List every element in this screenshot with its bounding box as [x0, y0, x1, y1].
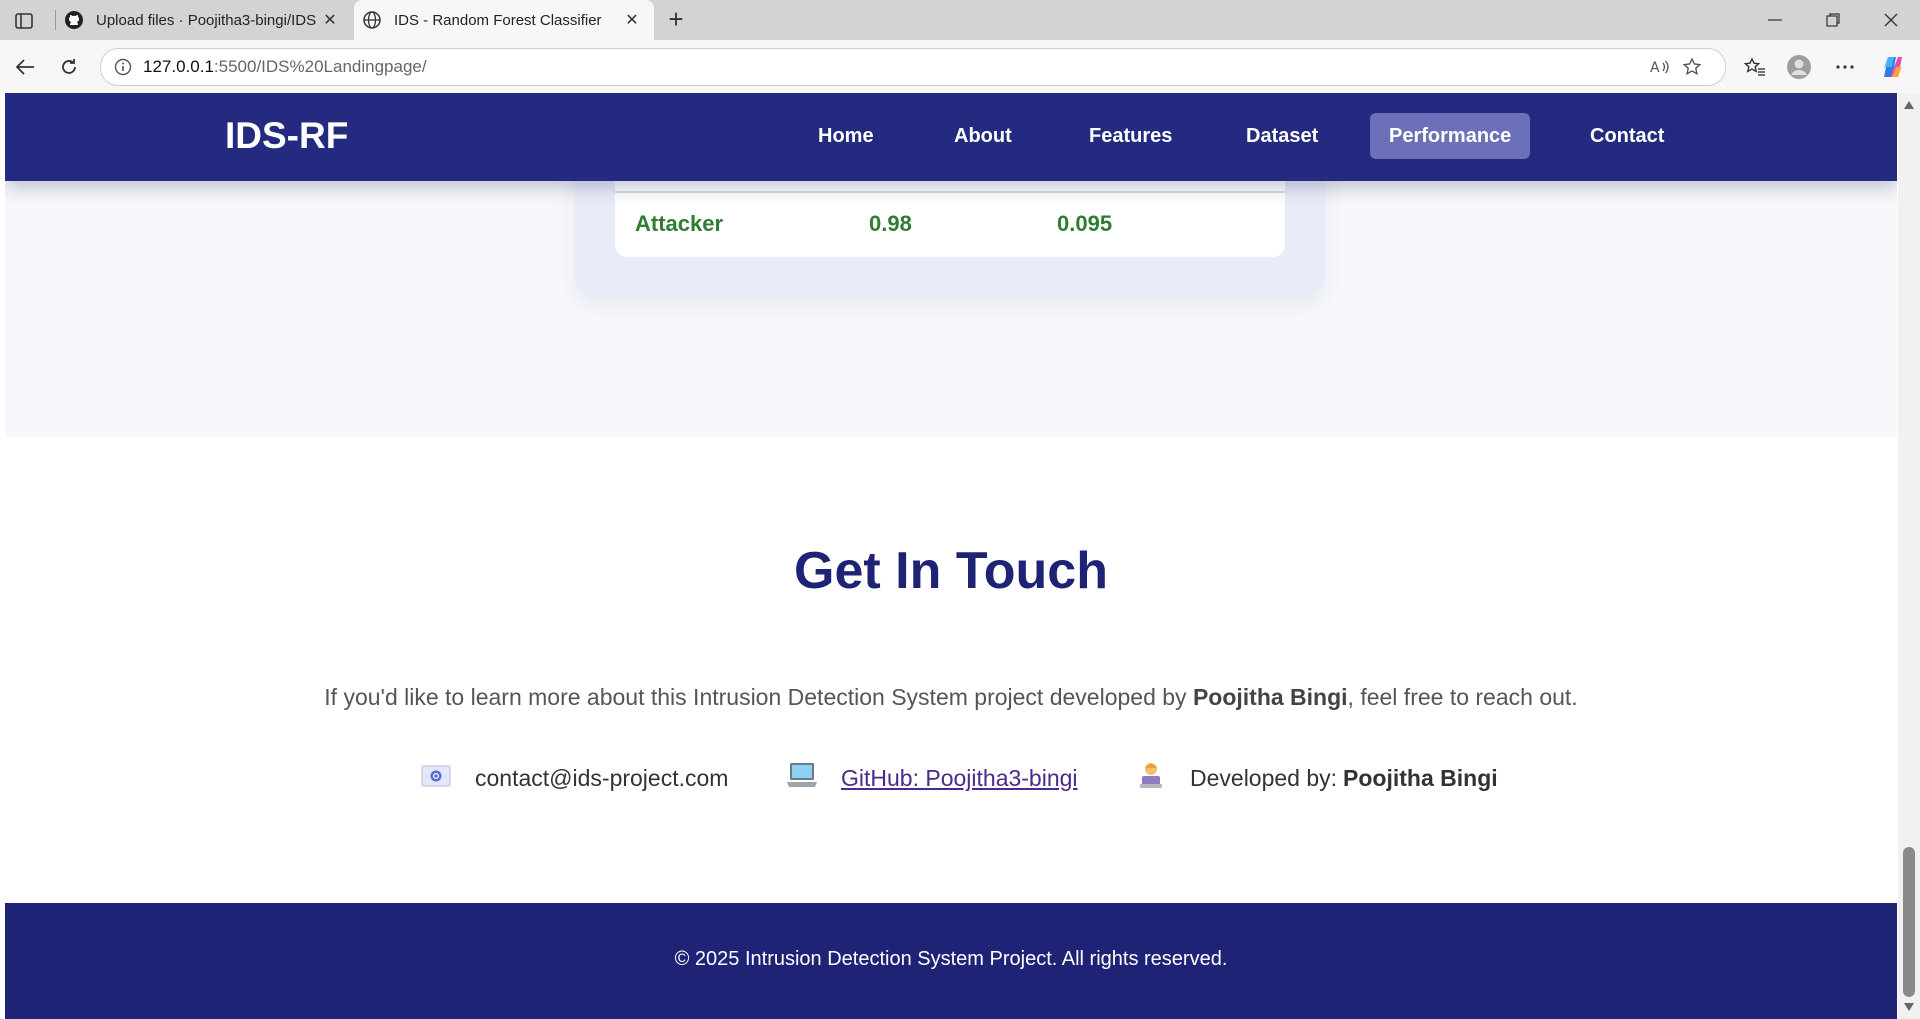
github-link[interactable]: GitHub: Poojitha3-bingi [841, 765, 1078, 792]
tab-title: IDS - Random Forest Classifier [394, 11, 602, 29]
scroll-down-arrow-icon[interactable] [1904, 1003, 1914, 1011]
tab-title: Upload files · Poojitha3-bingi/IDS [96, 11, 317, 29]
contact-email-text: contact@ids-project.com [475, 764, 729, 791]
window-close-icon[interactable] [1862, 0, 1920, 40]
github-icon [64, 10, 84, 30]
page-viewport: Attacker 0.98 0.095 IDS-RF Home About Fe… [5, 93, 1897, 1019]
site-logo[interactable]: IDS-RF [225, 115, 348, 157]
contact-developer: Developed by: Poojitha Bingi [1136, 761, 1498, 795]
laptop-icon [787, 762, 817, 795]
tab-close-icon[interactable]: ✕ [318, 8, 342, 32]
nav-link-home[interactable]: Home [799, 113, 893, 159]
table-cell-metric-1: 0.98 [869, 211, 912, 236]
scroll-up-arrow-icon[interactable] [1904, 101, 1914, 109]
favorites-icon[interactable] [1738, 50, 1772, 84]
nav-link-features[interactable]: Features [1070, 113, 1191, 159]
url-host: 127.0.0.1 [143, 57, 214, 76]
copilot-icon[interactable] [1876, 50, 1910, 84]
table-cell-class: Attacker [635, 211, 724, 236]
url-path: :5500/IDS%20Landingpage/ [213, 57, 427, 76]
more-options-icon[interactable] [1828, 50, 1862, 84]
browser-toolbar: 127.0.0.1:5500/IDS%20Landingpage/ A [0, 40, 1920, 93]
table-cell-metric-2: 0.095 [1057, 211, 1113, 236]
developed-by-label: Developed by: [1190, 764, 1338, 791]
table-divider [615, 191, 1285, 193]
globe-icon [362, 10, 382, 30]
nav-link-dataset[interactable]: Dataset [1227, 113, 1337, 159]
nav-link-about[interactable]: About [935, 113, 1031, 159]
footer-copyright: © 2025 Intrusion Detection System Projec… [674, 948, 1228, 970]
address-bar[interactable]: 127.0.0.1:5500/IDS%20Landingpage/ A [100, 48, 1726, 86]
tab-ids-random-forest[interactable]: IDS - Random Forest Classifier ✕ [354, 0, 654, 40]
restore-icon[interactable] [1804, 0, 1862, 40]
contact-email: contact@ids-project.com [421, 761, 728, 795]
scrollbar-thumb[interactable] [1903, 847, 1915, 997]
contact-description: If you'd like to learn more about this I… [5, 684, 1897, 711]
new-tab-icon[interactable]: + [662, 6, 690, 34]
site-navbar: IDS-RF Home About Features Dataset Perfo… [5, 93, 1897, 181]
contact-title: Get In Touch [794, 542, 1108, 600]
back-arrow-icon[interactable] [8, 50, 42, 84]
site-footer: © 2025 Intrusion Detection System Projec… [5, 903, 1897, 1019]
profile-avatar-icon[interactable] [1782, 50, 1816, 84]
developer-icon [1136, 760, 1166, 797]
tab-upload-files[interactable]: Upload files · Poojitha3-bingi/IDS ✕ [56, 0, 352, 40]
svg-text:A: A [1650, 60, 1660, 76]
nav-link-performance[interactable]: Performance [1370, 113, 1531, 159]
tab-close-icon[interactable]: ✕ [620, 8, 644, 32]
email-icon [421, 763, 451, 794]
desc-suffix: , feel free to reach out. [1347, 684, 1578, 710]
desc-prefix: If you'd like to learn more about this I… [324, 684, 1193, 710]
nav-link-contact[interactable]: Contact [1571, 113, 1683, 159]
site-info-icon[interactable] [113, 57, 133, 77]
browser-tabstrip: Upload files · Poojitha3-bingi/IDS ✕ IDS… [0, 0, 1920, 40]
minimize-icon[interactable] [1746, 0, 1804, 40]
read-aloud-icon[interactable]: A [1645, 49, 1675, 85]
page-scrollbar[interactable] [1898, 93, 1920, 1019]
favorite-star-icon[interactable] [1677, 49, 1707, 85]
sidebar-toggle-icon[interactable] [10, 8, 38, 34]
contact-github: GitHub: Poojitha3-bingi [787, 761, 1078, 795]
developer-name: Poojitha Bingi [1343, 764, 1498, 791]
desc-author-name: Poojitha Bingi [1192, 684, 1348, 710]
reload-icon[interactable] [52, 50, 86, 84]
